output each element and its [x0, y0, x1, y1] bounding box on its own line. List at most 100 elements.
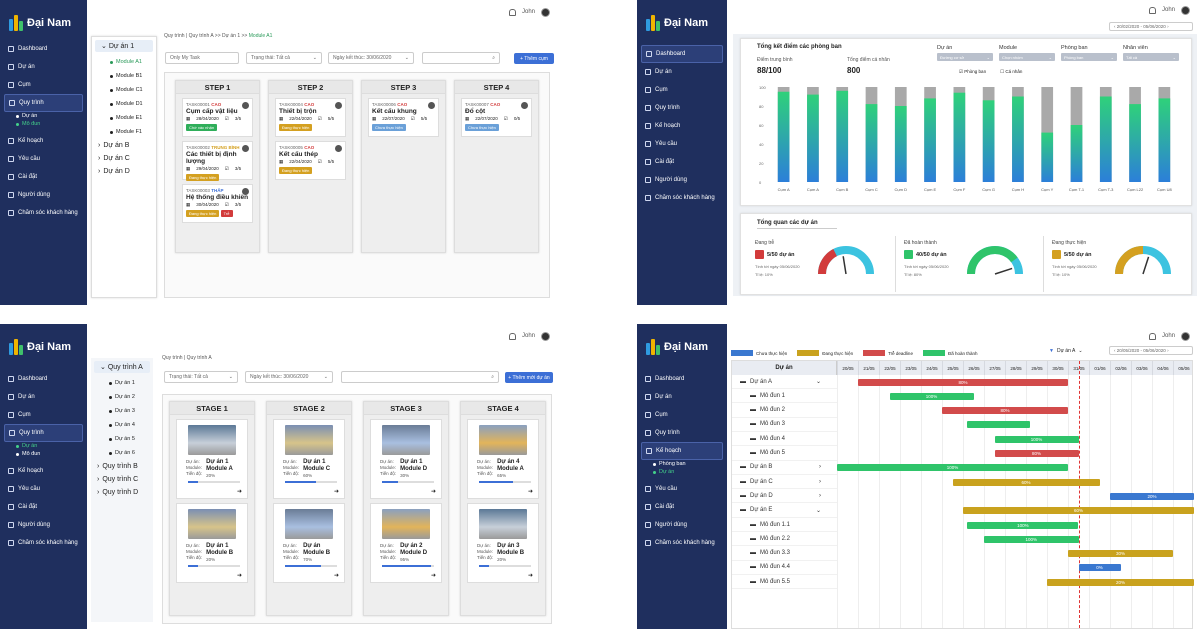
crumb-item[interactable]: Quy trình A [189, 33, 214, 39]
gantt-row-label[interactable]: ▬ Dự án D › [732, 489, 837, 504]
avatar[interactable] [541, 7, 550, 17]
gantt-bar[interactable]: 60% [963, 507, 1194, 515]
gantt-row-label[interactable]: ▬ Dự án E ⌄ [732, 504, 837, 518]
score-bar[interactable] [777, 91, 790, 182]
gantt-bar[interactable]: 30% [1068, 550, 1173, 558]
project-card[interactable]: Dự án: Module: Tiến độ: Dự án 3 Module B 20% ➜ [467, 503, 539, 583]
nav-cham-soc[interactable]: Chăm sóc khách hàng [0, 534, 87, 552]
nav-nguoi-dung[interactable]: Người dùng [637, 516, 727, 534]
bell-icon[interactable] [1148, 332, 1156, 340]
gantt-bar[interactable]: 60% [952, 478, 1100, 486]
gantt-row-label[interactable]: ▬ Mô đun 3 [732, 418, 837, 432]
subnav-mo-dun[interactable]: Mô đun [16, 120, 87, 128]
nav-nguoi-dung[interactable]: Người dùng [0, 516, 87, 534]
gantt-row-label[interactable]: ▬ Mô đun 2 [732, 404, 837, 418]
filter-select[interactable]: Chọn nhóm ⌄ [999, 53, 1055, 61]
filter-select[interactable]: Phòng ban ⌄ [1061, 53, 1117, 61]
nav-dashboard[interactable]: Dashboard [0, 370, 87, 388]
nav-du-an[interactable]: Dự án [0, 388, 87, 406]
task-card[interactable]: TASK00007 CAO Đổ cột ▦ 22/07/2020 ☑ 0/5 Chưa t… [461, 98, 532, 137]
nav-cham-soc[interactable]: Chăm sóc khách hàng [0, 204, 87, 222]
nav-ke-hoach[interactable]: Kế hoạch [0, 462, 87, 480]
nav-cai-dat[interactable]: Cài đặt [0, 168, 87, 186]
gantt-bar[interactable]: 80% [994, 450, 1079, 457]
arrow-right-icon[interactable]: ➜ [528, 488, 533, 495]
tree-module-item[interactable]: Module E1 [92, 111, 156, 125]
nav-yeu-cau[interactable]: Yêu cầu [637, 135, 727, 153]
gantt-bar[interactable]: 100% [984, 535, 1079, 543]
tree-project-item[interactable]: Dự án 5 [91, 432, 153, 446]
project-card[interactable]: Dự án: Module: Tiến độ: Dự án Module B 70% ➜ [273, 503, 345, 583]
nav-nguoi-dung[interactable]: Người dùng [637, 171, 727, 189]
task-card[interactable]: TASK00004 CAO Thiết bị trộn ▦ 22/04/2020 ☑ 5/… [275, 98, 346, 137]
search-input[interactable]: ⌕ [341, 371, 499, 383]
arrow-right-icon[interactable]: ➜ [528, 572, 533, 579]
gantt-row-label[interactable]: ▬ Mô đun 3.3 [732, 547, 837, 561]
project-filter[interactable]: ▼ Dự án A ⌄ [1049, 348, 1083, 354]
nav-yeu-cau[interactable]: Yêu cầu [0, 150, 87, 168]
score-bar[interactable] [1129, 104, 1141, 182]
nav-nguoi-dung[interactable]: Người dùng [0, 186, 87, 204]
gantt-bar[interactable]: 20% [1110, 492, 1194, 500]
tree-module-item[interactable]: Module B1 [92, 69, 156, 83]
gantt-bar[interactable] [967, 421, 1031, 429]
tree-group[interactable]: › Dự án B [92, 139, 156, 152]
chevron-down-icon[interactable]: ⌄ [816, 378, 821, 385]
nav-cum[interactable]: Cụm [0, 76, 87, 94]
nav-quy-trinh[interactable]: Quy trình [4, 424, 83, 442]
filter-select[interactable]: Tất cả ⌄ [1123, 53, 1179, 61]
chevron-right-icon[interactable]: › [819, 464, 821, 470]
score-bar[interactable] [982, 100, 995, 182]
nav-quy-trinh[interactable]: Quy trình [4, 94, 83, 112]
task-card[interactable]: TASK00001 CAO Cụm cấp vật liệu ▦ 28/04/2020… [182, 98, 253, 137]
gantt-row-label[interactable]: ▬ Mô đun 1.1 [732, 518, 837, 532]
gantt-bar[interactable]: 80% [858, 378, 1068, 386]
tree-group[interactable]: › Quy trình C [91, 473, 153, 486]
status-select[interactable]: Trạng thái: Tất cả ⌄ [246, 52, 322, 64]
subnav-phong-ban[interactable]: Phòng ban [653, 460, 727, 468]
tree-root[interactable]: ⌄ Quy trình A [94, 361, 150, 373]
task-card[interactable]: TASK00006 CAO Kết cấu khung ▦ 22/07/2020 ☑ 5/… [368, 98, 439, 137]
gantt-row-label[interactable]: ▬ Mô đun 5.5 [732, 575, 837, 590]
tree-project-item[interactable]: Dự án 2 [91, 390, 153, 404]
subnav-du-an[interactable]: Dự án [16, 112, 87, 120]
task-card[interactable]: TASK00005 CAO Kết cấu thép ▦ 22/04/2020 ☑ 5/5… [275, 141, 346, 180]
tree-project-item[interactable]: Dự án 3 [91, 404, 153, 418]
date-range-picker[interactable]: ‹ 20/02/2020 - 05/06/2020 › [1109, 22, 1193, 31]
score-bar[interactable] [865, 104, 878, 182]
nav-cai-dat[interactable]: Cài đặt [0, 498, 87, 516]
gantt-row-label[interactable]: ▬ Dự án B › [732, 461, 837, 475]
date-range-picker[interactable]: ‹ 20/05/2020 - 05/06/2020 › [1109, 346, 1193, 355]
nav-cum[interactable]: Cụm [0, 406, 87, 424]
crumb-item[interactable]: Module A1 [249, 33, 273, 39]
project-card[interactable]: Dự án: Module: Tiến độ: Dự án 4 Module A 65% ➜ [467, 419, 539, 499]
crumb-item[interactable]: Quy trình [164, 33, 185, 39]
filter-select[interactable]: Đường cơ sở ⌄ [937, 53, 993, 61]
task-card[interactable]: TASK00002 TRUNG BÌNH Các thiết bị định lư… [182, 141, 253, 181]
tree-group[interactable]: › Dự án D [92, 165, 156, 178]
score-bar[interactable] [1099, 96, 1112, 183]
nav-cum[interactable]: Cụm [637, 406, 727, 424]
project-card[interactable]: Dự án: Module: Tiến độ: Dự án 1 Module C 60% ➜ [273, 419, 345, 499]
tree-project-item[interactable]: Dự án 6 [91, 446, 153, 460]
gantt-bar[interactable]: 20% [1047, 578, 1194, 586]
arrow-right-icon[interactable]: ➜ [431, 572, 436, 579]
gantt-bar[interactable]: 80% [942, 407, 1068, 415]
gantt-row-label[interactable]: ▬ Mô đun 5 [732, 447, 837, 461]
gantt-row-label[interactable]: ▬ Mô đun 2.2 [732, 532, 837, 547]
project-card[interactable]: Dự án: Module: Tiến độ: Dự án 1 Module A 20% ➜ [176, 419, 248, 499]
score-bar[interactable] [1012, 96, 1024, 183]
project-card[interactable]: Dự án: Module: Tiến độ: Dự án 1 Module B 20% ➜ [176, 503, 248, 583]
subnav-mo-dun[interactable]: Mô đun [16, 450, 87, 458]
nav-cum[interactable]: Cụm [637, 81, 727, 99]
nav-ke-hoach[interactable]: Kế hoạch [637, 117, 727, 135]
tree-project-item[interactable]: Dự án 1 [91, 376, 153, 390]
nav-dashboard[interactable]: Dashboard [0, 40, 87, 58]
gantt-bar[interactable]: 0% [1078, 564, 1121, 572]
project-card[interactable]: Dự án: Module: Tiến độ: Dự án 1 Module D 30% ➜ [370, 419, 442, 499]
tree-module-item[interactable]: Module C1 [92, 83, 156, 97]
crumb-item[interactable]: Quy trình A [187, 355, 212, 361]
nav-cham-soc[interactable]: Chăm sóc khách hàng [637, 534, 727, 552]
nav-dashboard[interactable]: Dashboard [641, 45, 723, 63]
crumb-item[interactable]: Quy trình [162, 355, 183, 361]
